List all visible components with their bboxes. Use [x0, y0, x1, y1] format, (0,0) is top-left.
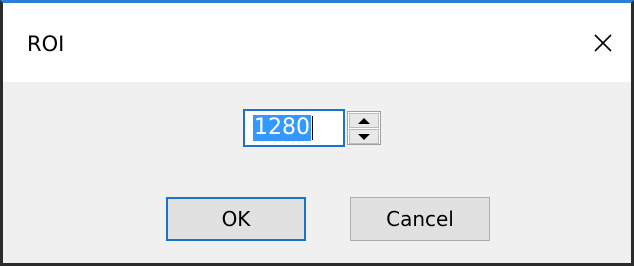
- roi-dialog: ROI 1280 OK Cancel: [0, 0, 634, 266]
- spin-up-button[interactable]: [349, 113, 379, 128]
- cancel-button-label: Cancel: [386, 207, 454, 231]
- roi-value-text: 1280: [253, 115, 311, 141]
- triangle-down-icon: [358, 133, 370, 140]
- spin-buttons: [347, 111, 381, 145]
- title-bar: ROI: [3, 3, 631, 82]
- roi-spinbox: 1280: [243, 109, 383, 147]
- cancel-button[interactable]: Cancel: [350, 197, 490, 241]
- roi-value-input[interactable]: 1280: [243, 109, 345, 147]
- triangle-up-icon: [358, 117, 370, 124]
- ok-button-label: OK: [221, 207, 251, 231]
- dialog-title: ROI: [27, 32, 65, 56]
- close-button[interactable]: [581, 23, 625, 63]
- close-icon: [594, 34, 612, 52]
- spin-down-button[interactable]: [349, 129, 379, 144]
- text-caret: [312, 116, 313, 140]
- ok-button[interactable]: OK: [166, 197, 306, 241]
